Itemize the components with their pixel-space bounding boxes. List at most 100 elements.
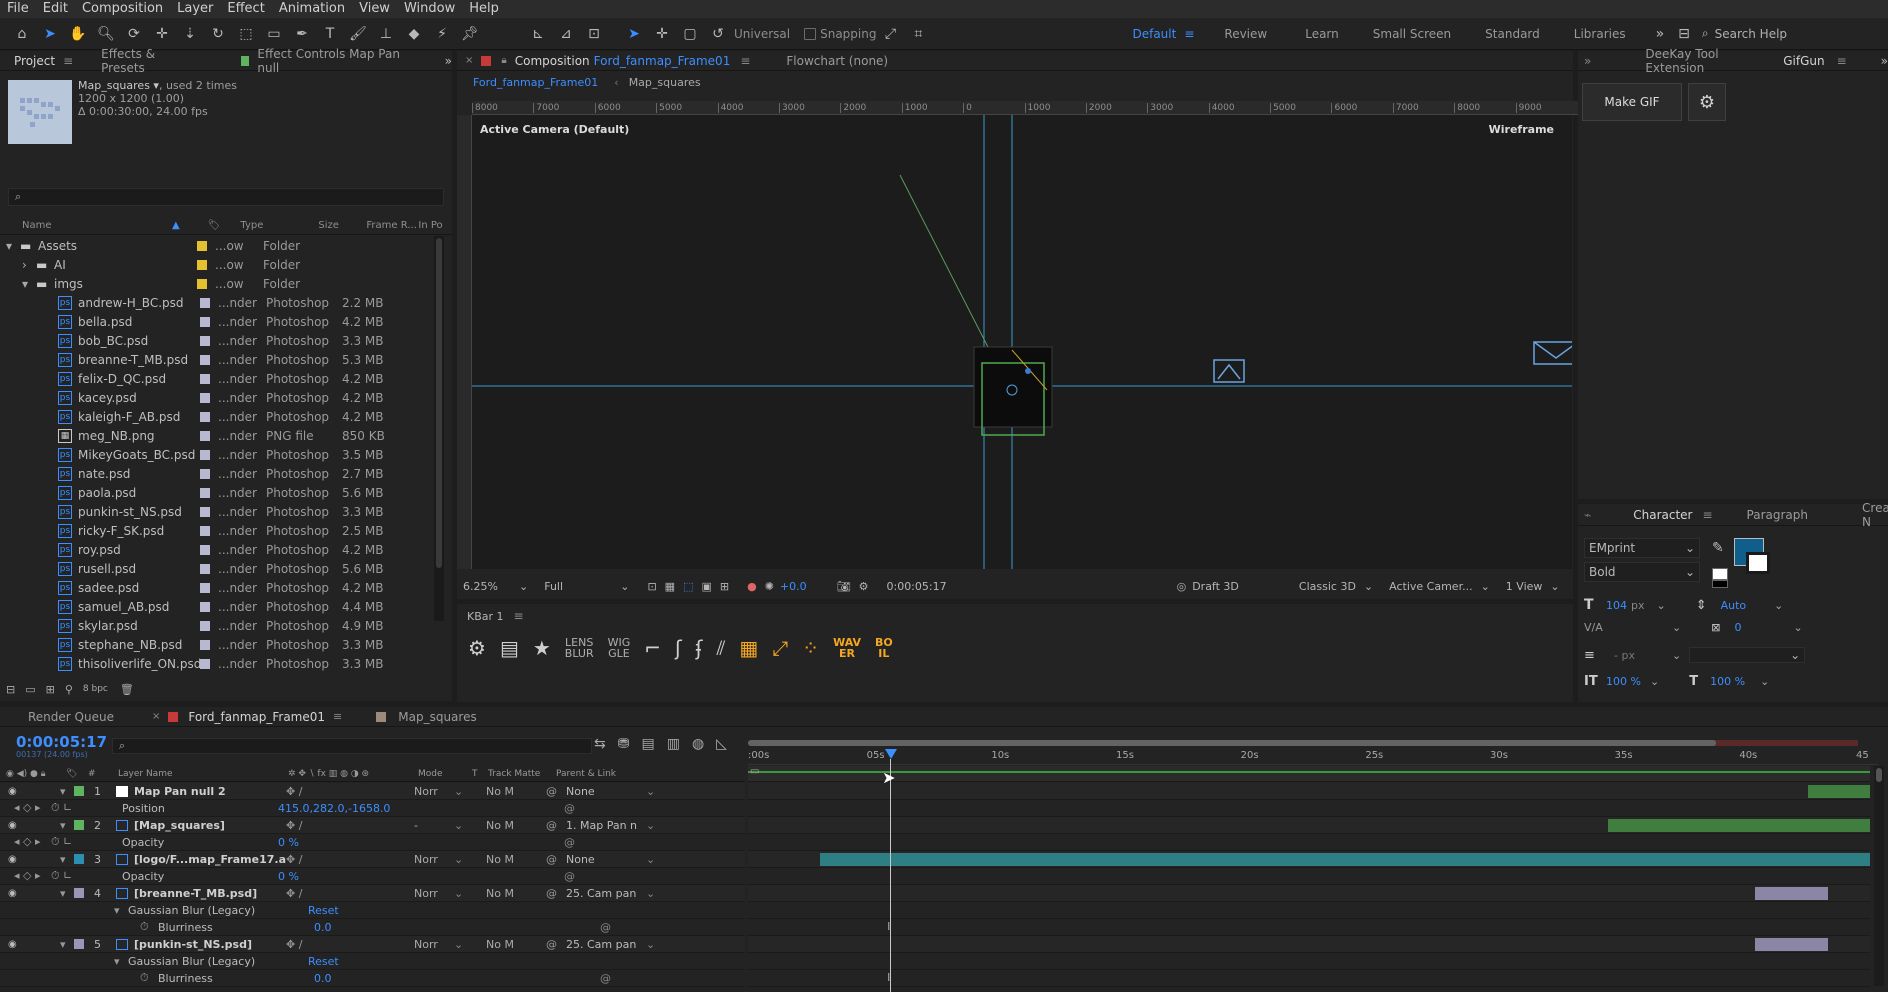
tab-effects-presets[interactable]: Effects & Presets xyxy=(101,47,189,75)
column-name[interactable]: Name xyxy=(22,220,172,231)
workspace-small-screen[interactable]: Small Screen xyxy=(1373,27,1451,41)
kbar-menu-icon[interactable]: ≡ xyxy=(514,609,524,623)
file-row[interactable]: ps paola.psd ...nder Photoshop 5.6 MB xyxy=(0,483,440,502)
views-dropdown[interactable]: 1 View xyxy=(1506,580,1543,593)
label-column-icon[interactable]: 🏷︎ xyxy=(208,220,221,231)
property-value[interactable]: 0.0 xyxy=(314,921,474,934)
tab-paragraph[interactable]: Paragraph xyxy=(1747,508,1808,522)
property-value[interactable]: 415.0,282.0,-1658.0 xyxy=(278,802,438,815)
comp-tab-label[interactable]: Composition xyxy=(515,54,590,68)
snapshot-icon[interactable]: 📷︎ xyxy=(837,580,851,593)
column-mode[interactable]: Mode xyxy=(418,769,472,779)
close-tab-icon[interactable]: × xyxy=(465,55,473,66)
layer-switches-icon[interactable]: ✥ ∕ xyxy=(286,938,414,951)
kbar-boil-button[interactable]: BO IL xyxy=(875,637,893,659)
flowchart-tab[interactable]: Flowchart (none) xyxy=(786,54,888,68)
layer-track[interactable] xyxy=(748,885,1870,902)
property-value[interactable]: Reset xyxy=(308,955,468,968)
file-row[interactable]: ps bella.psd ...nder Photoshop 4.2 MB xyxy=(0,312,440,331)
file-row[interactable]: ps bob_BC.psd ...nder Photoshop 3.3 MB xyxy=(0,331,440,350)
brush-tool-icon[interactable]: 🖌︎ xyxy=(348,24,368,44)
collapse-caret-icon[interactable]: › xyxy=(22,258,36,272)
layer-track[interactable] xyxy=(748,817,1870,834)
stroke-color-swatch[interactable] xyxy=(1746,552,1770,574)
column-type[interactable]: Type xyxy=(240,220,318,231)
label-color-swatch[interactable] xyxy=(197,259,207,270)
layer-row[interactable]: ◉ ▾ 3 [logo/F...map_Frame17.ai] ✥ ∕ Norr ⌄ No M… xyxy=(0,851,745,868)
visibility-eye-icon[interactable]: ◉ xyxy=(8,939,60,950)
property-row[interactable]: ◂ ◇ ▸ ⏱︎ ∟ Opacity 0 % @ xyxy=(0,834,745,851)
zoom-dropdown[interactable]: 6.25% xyxy=(463,580,519,593)
tracking-value[interactable]: 0 xyxy=(1734,621,1741,634)
column-parent-link[interactable]: Parent & Link xyxy=(556,769,616,779)
workspace-menu-icon[interactable]: ≡ xyxy=(1184,27,1194,41)
layer-row[interactable]: ◉ ▾ 2 [Map_squares] ✥ ∕ - ⌄ No M @1. Map Pan n ⌄ xyxy=(0,817,745,834)
tree-row-imgs[interactable]: ▾ ▬ imgs ...ow Folder xyxy=(0,274,440,293)
layer-track[interactable] xyxy=(748,936,1870,953)
tab-timeline-subcomp[interactable]: Map_squares xyxy=(398,710,476,724)
workspace-standard[interactable]: Standard xyxy=(1485,27,1540,41)
comp-tab-name[interactable]: Ford_fanmap_Frame01 xyxy=(594,54,731,68)
expand-layer-caret-icon[interactable]: ▾ xyxy=(60,819,74,832)
font-style-dropdown[interactable]: Bold ⌄ xyxy=(1584,562,1700,582)
viewer-timecode[interactable]: 0:00:05:17 xyxy=(886,580,946,593)
label-color-swatch[interactable] xyxy=(197,278,207,289)
home-icon[interactable]: ⌂ xyxy=(12,24,32,44)
column-in-point[interactable]: In Po xyxy=(418,220,442,231)
white-swatch[interactable] xyxy=(1712,568,1728,580)
file-row[interactable]: ps kacey.psd ...nder Photoshop 4.2 MB xyxy=(0,388,440,407)
stopwatch-icon[interactable]: ⏱︎ xyxy=(140,920,158,934)
camera-dropdown[interactable]: Active Camer... xyxy=(1389,580,1472,593)
track-matte-dropdown[interactable]: No M xyxy=(486,785,546,798)
file-row[interactable]: ps skylar.psd ...nder Photoshop 4.9 MB xyxy=(0,616,440,635)
rotate-tool-icon[interactable]: ↻ xyxy=(208,24,228,44)
blend-mode-dropdown[interactable]: Norr xyxy=(414,938,454,951)
kbar-title[interactable]: KBar 1 xyxy=(467,610,504,623)
file-row[interactable]: ps sadee.psd ...nder Photoshop 4.2 MB xyxy=(0,578,440,597)
reset-exposure-icon[interactable]: ✺ xyxy=(765,580,774,593)
type-tool-icon[interactable]: T xyxy=(320,24,340,44)
property-track[interactable] xyxy=(748,834,1870,851)
layer-switches-icon[interactable]: ✥ ∕ xyxy=(286,785,414,798)
property-row[interactable]: ◂ ◇ ▸ ⏱︎ ∟ Position 415.0,282.0,-1658.0 @ xyxy=(0,800,745,817)
rectangle-tool-icon[interactable]: ▭ xyxy=(264,24,284,44)
property-value[interactable]: 0.0 xyxy=(314,972,474,985)
expression-pickwhip-icon[interactable]: @ xyxy=(564,836,575,849)
label-color-swatch[interactable] xyxy=(197,240,207,251)
roto-brush-icon[interactable]: ⚡ xyxy=(432,24,452,44)
label-color-swatch[interactable] xyxy=(200,297,210,308)
kbar-wiggle-button[interactable]: WIG GLE xyxy=(608,637,631,659)
parent-dropdown[interactable]: 25. Cam pan xyxy=(566,938,646,951)
blend-mode-dropdown[interactable]: Norr xyxy=(414,887,454,900)
property-row[interactable]: ⏱︎ Blurriness 0.0 @ xyxy=(0,970,745,987)
label-color-swatch[interactable] xyxy=(200,563,210,574)
layer-duration-bar[interactable] xyxy=(1608,819,1870,832)
effect-row[interactable]: ▾ Gaussian Blur (Legacy) Reset xyxy=(0,902,745,919)
layer-switches-icon[interactable]: ✥ ∕ xyxy=(286,853,414,866)
leading-caret-icon[interactable]: ⌄ xyxy=(1774,599,1783,612)
file-row[interactable]: ps breanne-T_MB.psd ...nder Photoshop 5.3 MB xyxy=(0,350,440,369)
breadcrumb-subcomp[interactable]: Map_squares xyxy=(629,76,701,89)
layer-row[interactable]: ◉ ▾ 1 Map Pan null 2 ✥ ∕ Norr ⌄ No M @ None ⌄ xyxy=(0,783,745,800)
expression-pickwhip-icon[interactable]: @ xyxy=(600,972,611,985)
column-frame-rate[interactable]: Frame R... xyxy=(366,220,418,231)
zoom-tool-icon[interactable]: 🔍︎ xyxy=(96,24,116,44)
comp-mini-flowchart-icon[interactable]: ⇆ xyxy=(594,736,606,752)
menu-animation[interactable]: Animation xyxy=(279,0,345,18)
extension-overflow-icon[interactable]: » xyxy=(1584,54,1591,68)
font-size-value[interactable]: 104 xyxy=(1606,599,1627,612)
file-row[interactable]: ps ricky-F_SK.psd ...nder Photoshop 2.5 MB xyxy=(0,521,440,540)
universal-scale-icon[interactable]: ▢ xyxy=(680,24,700,44)
layer-name[interactable]: [breanne-T_MB.psd] xyxy=(134,887,286,900)
eyedropper-icon[interactable]: ✎ xyxy=(1712,540,1724,556)
column-t[interactable]: T xyxy=(472,769,488,779)
tree-row-ai[interactable]: › ▬ AI ...ow Folder xyxy=(0,255,440,274)
adjust-settings-icon[interactable]: ⚲ xyxy=(65,683,73,696)
layer-label-swatch[interactable] xyxy=(74,888,84,898)
font-family-dropdown[interactable]: EMprint ⌄ xyxy=(1584,538,1700,558)
workspace-libraries[interactable]: Libraries xyxy=(1574,27,1626,41)
column-layer-name[interactable]: Layer Name xyxy=(118,769,288,779)
draft-3d-label[interactable]: Draft 3D xyxy=(1192,580,1239,593)
layer-duration-bar[interactable] xyxy=(1755,887,1828,900)
breadcrumb-comp[interactable]: Ford_fanmap_Frame01 xyxy=(473,76,598,89)
